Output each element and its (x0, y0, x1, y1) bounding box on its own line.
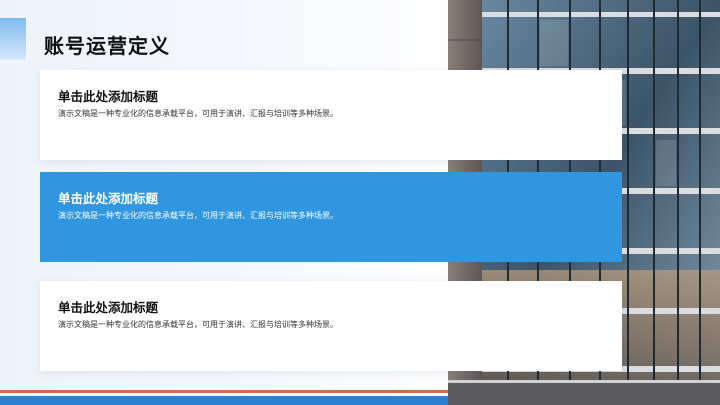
title-accent-bar (0, 18, 26, 60)
card-title[interactable]: 单击此处添加标题 (58, 90, 622, 104)
content-card-1[interactable]: 单击此处添加标题 演示文稿是一种专业化的信息承载平台，可用于演讲、汇报与培训等多… (40, 70, 622, 160)
content-card-2-highlighted[interactable]: 单击此处添加标题 演示文稿是一种专业化的信息承载平台，可用于演讲、汇报与培训等多… (40, 172, 622, 262)
card-description[interactable]: 演示文稿是一种专业化的信息承载平台，可用于演讲、汇报与培训等多种场景。 (58, 211, 622, 221)
card-title[interactable]: 单击此处添加标题 (58, 301, 622, 315)
slide-title[interactable]: 账号运营定义 (44, 30, 170, 59)
card-description[interactable]: 演示文稿是一种专业化的信息承载平台，可用于演讲、汇报与培训等多种场景。 (58, 320, 622, 330)
card-title[interactable]: 单击此处添加标题 (58, 192, 622, 206)
card-description[interactable]: 演示文稿是一种专业化的信息承载平台，可用于演讲、汇报与培训等多种场景。 (58, 109, 622, 119)
content-card-3[interactable]: 单击此处添加标题 演示文稿是一种专业化的信息承载平台，可用于演讲、汇报与培训等多… (40, 281, 622, 371)
footer-stripe-red (0, 390, 448, 393)
footer-stripe-blue (0, 396, 448, 405)
